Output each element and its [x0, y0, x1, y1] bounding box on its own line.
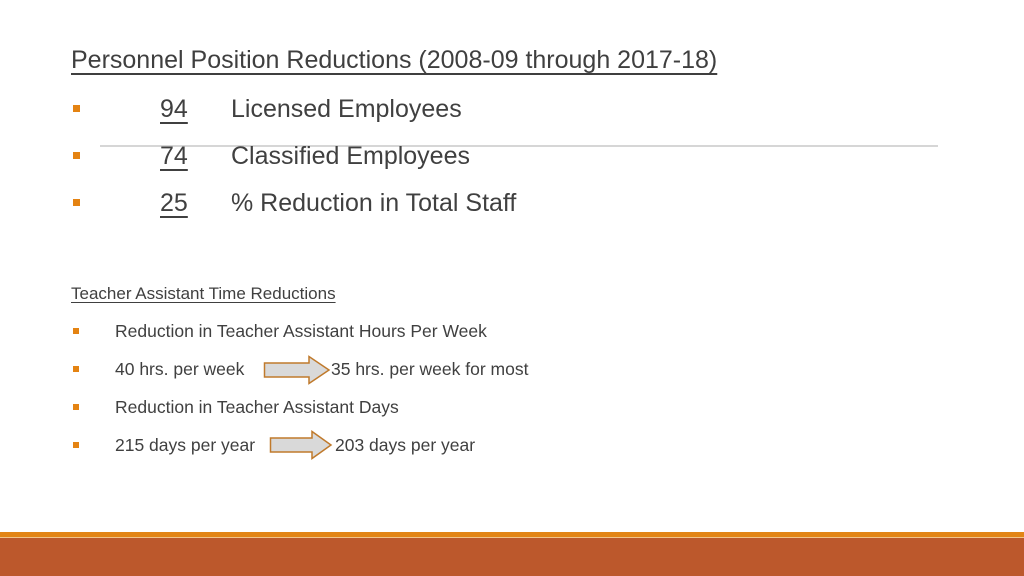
section-title: Teacher Assistant Time Reductions — [71, 284, 336, 303]
footer-band — [0, 538, 1024, 576]
ta-item-text: Reduction in Teacher Assistant Hours Per… — [115, 321, 487, 341]
personnel-count: 74 — [160, 142, 188, 170]
personnel-label: Classified Employees — [231, 142, 470, 170]
ta-from-text: 40 hrs. per week — [115, 359, 245, 379]
personnel-count: 94 — [160, 95, 188, 123]
personnel-label: Licensed Employees — [231, 95, 462, 123]
bullet-icon — [73, 105, 80, 112]
right-arrow-icon — [263, 355, 331, 385]
bullet-icon — [73, 328, 79, 334]
ta-from-text: 215 days per year — [115, 435, 256, 455]
right-arrow-icon — [269, 430, 333, 460]
bullet-icon — [73, 404, 79, 410]
bullet-icon — [73, 199, 80, 206]
bullet-icon — [73, 366, 79, 372]
divider-line — [100, 145, 938, 147]
ta-item-text: Reduction in Teacher Assistant Days — [115, 397, 399, 417]
personnel-label: % Reduction in Total Staff — [231, 189, 517, 217]
slide-title: Personnel Position Reductions (2008-09 t… — [71, 46, 718, 74]
ta-to-text: 35 hrs. per week for most — [331, 359, 529, 379]
bullet-icon — [73, 152, 80, 159]
personnel-count: 25 — [160, 189, 188, 217]
ta-to-text: 203 days per year — [335, 435, 476, 455]
bullet-icon — [73, 442, 79, 448]
